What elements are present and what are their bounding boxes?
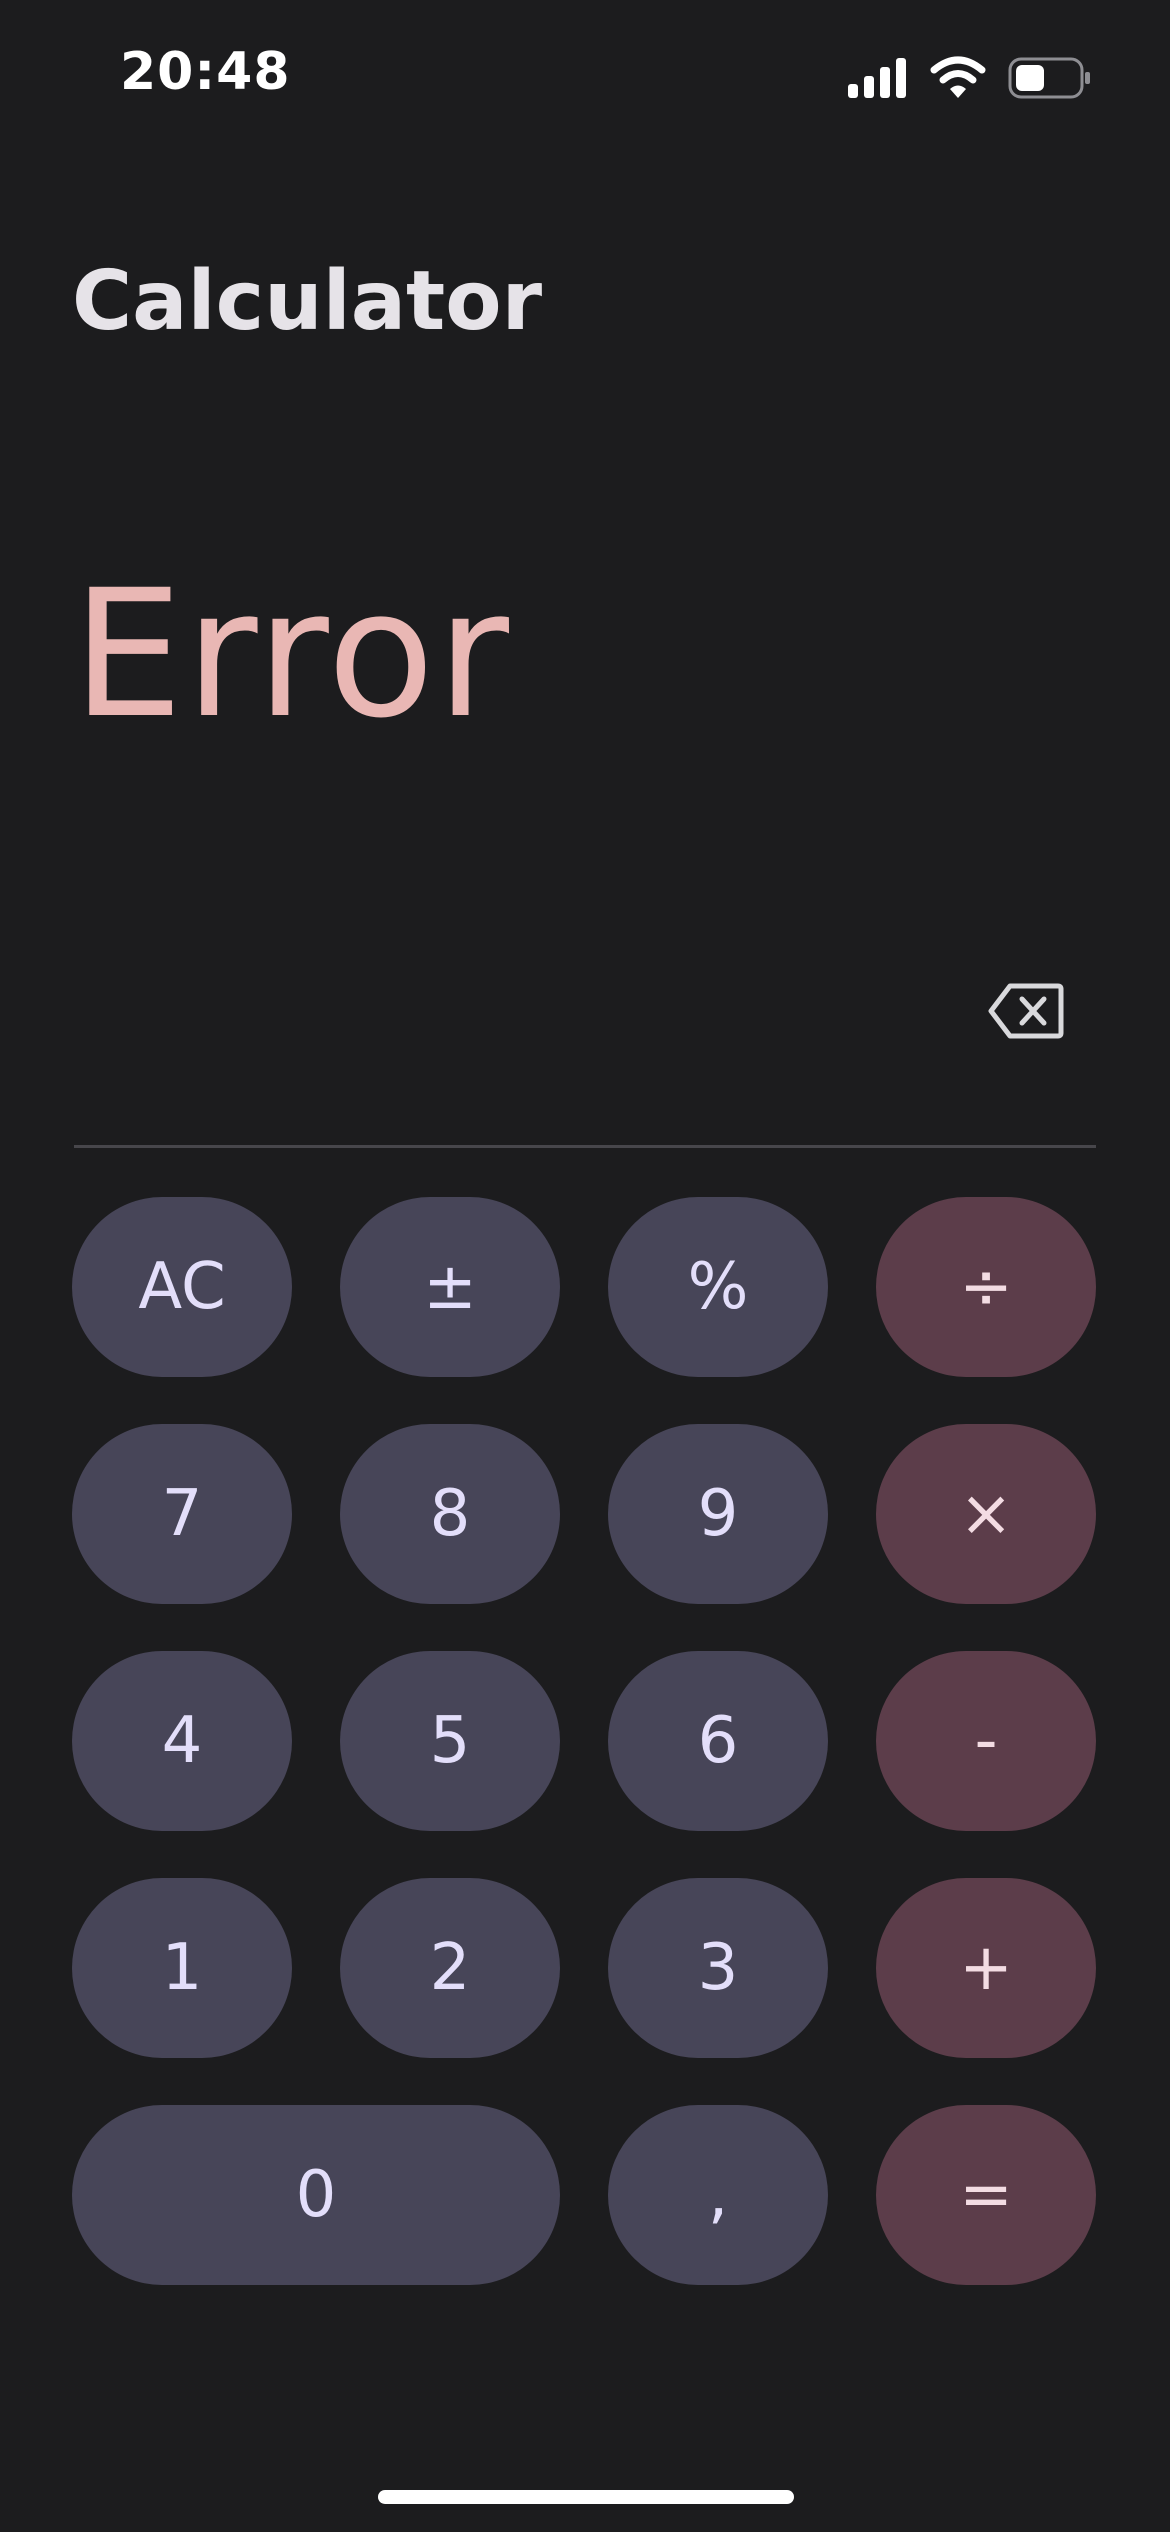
plus-minus-label: ± — [423, 1250, 477, 1324]
status-bar: 20:48 — [0, 0, 1170, 150]
digit-6-label: 6 — [697, 1704, 739, 1778]
digit-4-label: 4 — [161, 1704, 203, 1778]
decimal-comma-button[interactable]: , — [608, 2105, 828, 2285]
digit-0-label: 0 — [295, 2158, 337, 2232]
status-time: 20:48 — [120, 42, 291, 102]
keypad: AC ± % ÷ 7 8 9 × 4 5 6 - 1 2 3 + 0 , = — [72, 1197, 1098, 2285]
digit-2-button[interactable]: 2 — [340, 1878, 560, 2058]
battery-icon — [1008, 57, 1090, 99]
digit-0-button[interactable]: 0 — [72, 2105, 560, 2285]
wifi-icon — [930, 56, 986, 98]
digit-9-button[interactable]: 9 — [608, 1424, 828, 1604]
divider — [74, 1145, 1096, 1148]
plus-button[interactable]: + — [876, 1878, 1096, 2058]
equals-button[interactable]: = — [876, 2105, 1096, 2285]
equals-label: = — [959, 2158, 1013, 2232]
clear-label: AC — [138, 1250, 226, 1324]
digit-2-label: 2 — [429, 1931, 471, 2005]
digit-5-label: 5 — [429, 1704, 471, 1778]
backspace-button[interactable] — [986, 978, 1066, 1044]
backspace-icon — [988, 983, 1064, 1039]
signal-icon — [848, 58, 906, 98]
minus-button[interactable]: - — [876, 1651, 1096, 1831]
multiply-button[interactable]: × — [876, 1424, 1096, 1604]
clear-button[interactable]: AC — [72, 1197, 292, 1377]
digit-3-label: 3 — [697, 1931, 739, 2005]
digit-3-button[interactable]: 3 — [608, 1878, 828, 2058]
digit-6-button[interactable]: 6 — [608, 1651, 828, 1831]
digit-7-button[interactable]: 7 — [72, 1424, 292, 1604]
divide-label: ÷ — [959, 1250, 1013, 1324]
digit-8-label: 8 — [429, 1477, 471, 1551]
digit-5-button[interactable]: 5 — [340, 1651, 560, 1831]
app-title: Calculator — [72, 254, 543, 349]
minus-label: - — [974, 1704, 998, 1778]
digit-1-button[interactable]: 1 — [72, 1878, 292, 2058]
digit-1-label: 1 — [161, 1931, 203, 2005]
multiply-label: × — [959, 1477, 1013, 1551]
plus-minus-button[interactable]: ± — [340, 1197, 560, 1377]
status-icons — [848, 50, 1092, 106]
divide-button[interactable]: ÷ — [876, 1197, 1096, 1377]
digit-8-button[interactable]: 8 — [340, 1424, 560, 1604]
percent-label: % — [687, 1250, 749, 1324]
percent-button[interactable]: % — [608, 1197, 828, 1377]
digit-9-label: 9 — [697, 1477, 739, 1551]
digit-4-button[interactable]: 4 — [72, 1651, 292, 1831]
plus-label: + — [959, 1931, 1013, 2005]
home-indicator[interactable] — [378, 2490, 794, 2504]
decimal-comma-label: , — [707, 2158, 729, 2232]
digit-7-label: 7 — [161, 1477, 203, 1551]
display-value: Error — [72, 552, 511, 757]
